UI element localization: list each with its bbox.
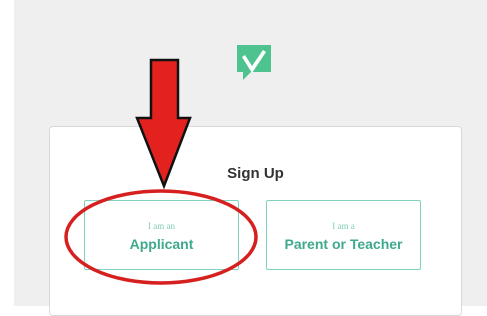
signup-title: Sign Up: [227, 165, 284, 182]
applicant-prefix: I am an: [148, 221, 175, 231]
parent-teacher-prefix: I am a: [332, 221, 355, 231]
parent-teacher-label: Parent or Teacher: [284, 236, 403, 252]
applicant-label: Applicant: [129, 236, 194, 252]
parent-teacher-button[interactable]: I am a Parent or Teacher: [266, 200, 421, 270]
applicant-button[interactable]: I am an Applicant: [84, 200, 239, 270]
signup-card: Sign Up I am an Applicant I am a Parent …: [49, 126, 462, 316]
checkmark-logo-icon: [237, 45, 271, 80]
